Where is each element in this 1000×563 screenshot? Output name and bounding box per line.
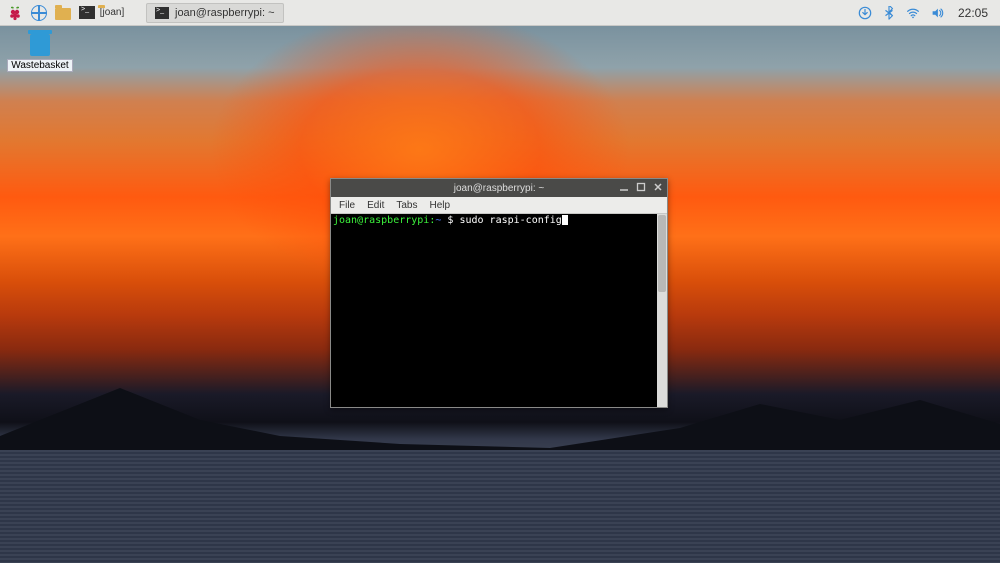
browser-launcher[interactable]	[30, 4, 48, 22]
download-icon[interactable]	[858, 6, 872, 20]
window-controls	[618, 181, 663, 192]
maximize-button[interactable]	[635, 181, 646, 192]
terminal-launcher[interactable]	[78, 4, 96, 22]
minimize-button[interactable]	[618, 181, 629, 192]
menu-help[interactable]: Help	[429, 200, 450, 211]
wallpaper-water	[0, 450, 1000, 563]
volume-icon[interactable]	[930, 6, 944, 20]
folder-shortcut-label: [joan]	[100, 7, 124, 18]
terminal-body[interactable]: joan@raspberrypi:~ $ sudo raspi-config	[331, 214, 667, 407]
terminal-command: sudo raspi-config	[459, 215, 561, 226]
launcher-group: [joan]	[0, 4, 126, 22]
menu-tabs[interactable]: Tabs	[396, 200, 417, 211]
taskbar: [joan] joan@raspberrypi: ~ 22:05	[0, 0, 1000, 26]
task-label: joan@raspberrypi: ~	[175, 7, 275, 19]
bluetooth-icon[interactable]	[882, 6, 896, 20]
file-manager-launcher[interactable]	[54, 4, 72, 22]
globe-icon	[31, 5, 47, 21]
wastebasket-label: Wastebasket	[7, 59, 72, 72]
scrollbar-thumb[interactable]	[658, 215, 666, 292]
menu-edit[interactable]: Edit	[367, 200, 384, 211]
close-button[interactable]	[652, 181, 663, 192]
taskbar-task-terminal[interactable]: joan@raspberrypi: ~	[146, 3, 284, 23]
prompt-user: joan@raspberrypi	[333, 215, 429, 226]
window-titlebar[interactable]: joan@raspberrypi: ~	[331, 179, 667, 197]
system-tray: 22:05	[850, 6, 1000, 20]
terminal-icon	[155, 7, 169, 19]
menu-file[interactable]: File	[339, 200, 355, 211]
window-title: joan@raspberrypi: ~	[454, 183, 544, 194]
clock[interactable]: 22:05	[954, 6, 992, 20]
prompt-dollar: $	[441, 215, 459, 226]
terminal-menubar: File Edit Tabs Help	[331, 197, 667, 214]
wifi-icon[interactable]	[906, 6, 920, 20]
wastebasket-desktop-icon[interactable]: Wastebasket	[10, 34, 70, 72]
menu-button[interactable]	[6, 4, 24, 22]
terminal-cursor	[562, 215, 568, 225]
terminal-icon	[79, 6, 95, 19]
home-folder-launcher[interactable]: [joan]	[102, 4, 120, 22]
terminal-window[interactable]: joan@raspberrypi: ~ File Edit Tabs Help …	[330, 178, 668, 408]
folder-icon	[55, 8, 71, 20]
trash-icon	[30, 34, 50, 56]
terminal-scrollbar[interactable]	[657, 214, 667, 407]
